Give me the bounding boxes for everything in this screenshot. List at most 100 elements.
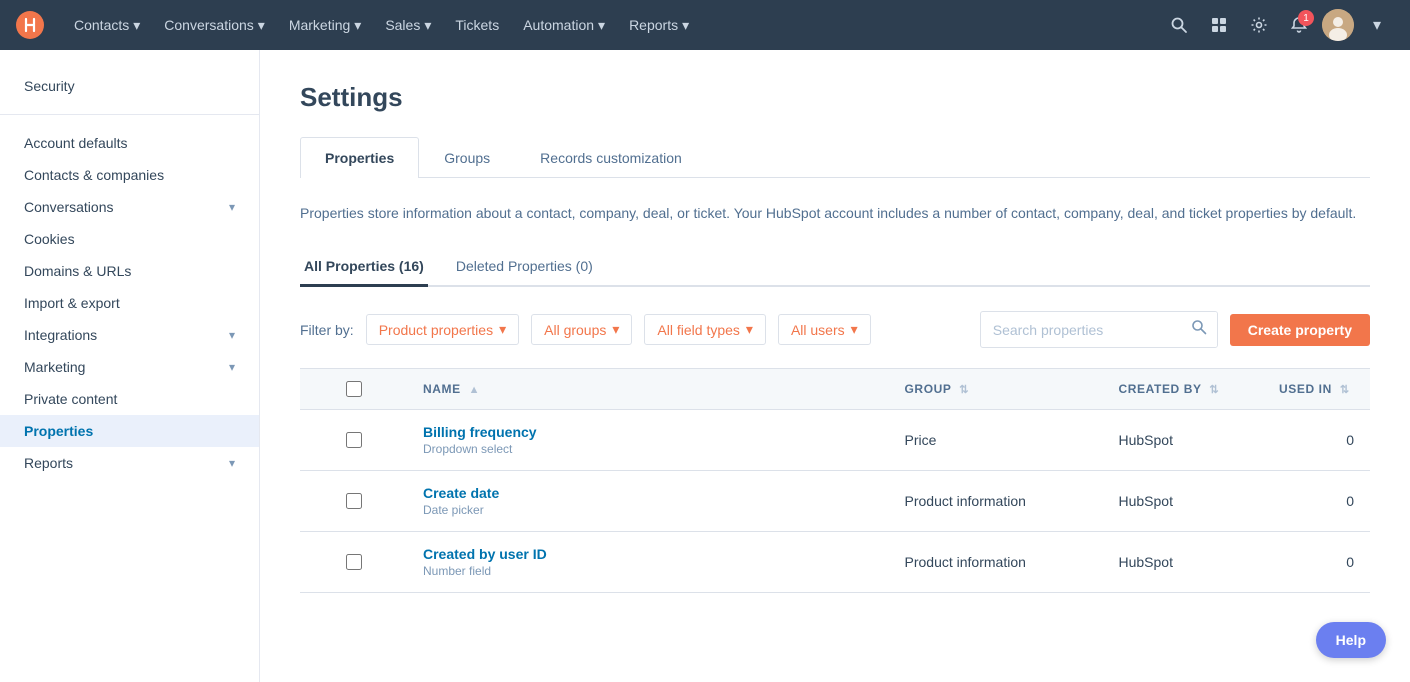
- row-group-cell: Price: [889, 410, 1103, 471]
- property-name-link[interactable]: Create date: [423, 485, 873, 501]
- sidebar-item-account-defaults[interactable]: Account defaults: [0, 127, 259, 159]
- sidebar-item-contacts-companies[interactable]: Contacts & companies: [0, 159, 259, 191]
- settings-icon-btn[interactable]: [1242, 8, 1276, 42]
- all-groups-filter[interactable]: All groups ▾: [531, 314, 632, 345]
- main-content: Settings Properties Groups Records custo…: [260, 50, 1410, 682]
- properties-description: Properties store information about a con…: [300, 202, 1370, 224]
- row-name-cell: Created by user ID Number field: [407, 532, 889, 593]
- search-button[interactable]: [1181, 312, 1217, 347]
- search-input[interactable]: [981, 315, 1181, 345]
- chevron-down-icon: ▾: [851, 321, 858, 338]
- sidebar-item-properties[interactable]: Properties: [0, 415, 259, 447]
- table-row: Created by user ID Number field Product …: [300, 532, 1370, 593]
- nav-conversations[interactable]: Conversations ▾: [154, 11, 275, 40]
- property-type: Date picker: [423, 503, 873, 517]
- tab-properties[interactable]: Properties: [300, 137, 419, 178]
- sidebar-item-integrations[interactable]: Integrations ▾: [0, 319, 259, 351]
- nav-right-actions: 1 ▾: [1162, 8, 1394, 42]
- chevron-down-icon: ▾: [229, 456, 235, 470]
- page-layout: Security Account defaults Contacts & com…: [0, 50, 1410, 682]
- property-name-link[interactable]: Created by user ID: [423, 546, 873, 562]
- nav-sales[interactable]: Sales ▾: [375, 11, 441, 40]
- sidebar-item-security[interactable]: Security: [0, 70, 259, 102]
- select-all-header: [300, 369, 407, 410]
- chevron-down-icon: ▾: [612, 321, 619, 338]
- filter-bar: Filter by: Product properties ▾ All grou…: [300, 311, 1370, 348]
- chevron-down-icon: ▾: [229, 200, 235, 214]
- row-checkbox-cell: [300, 410, 407, 471]
- sort-icon: ⇅: [959, 384, 969, 396]
- nav-items: Contacts ▾ Conversations ▾ Marketing ▾ S…: [64, 11, 1162, 40]
- apps-icon-btn[interactable]: [1202, 8, 1236, 42]
- product-properties-filter[interactable]: Product properties ▾: [366, 314, 519, 345]
- nav-reports[interactable]: Reports ▾: [619, 11, 699, 40]
- row-used-in-cell: 0: [1263, 471, 1370, 532]
- row-used-in-cell: 0: [1263, 410, 1370, 471]
- sidebar-item-conversations[interactable]: Conversations ▾: [0, 191, 259, 223]
- property-type: Number field: [423, 564, 873, 578]
- sub-tabs: All Properties (16) Deleted Properties (…: [300, 248, 1370, 287]
- nav-tickets[interactable]: Tickets: [445, 11, 509, 39]
- sidebar-item-marketing[interactable]: Marketing ▾: [0, 351, 259, 383]
- search-container: [980, 311, 1218, 348]
- filter-by-label: Filter by:: [300, 322, 354, 338]
- page-title: Settings: [300, 82, 1370, 113]
- chevron-down-icon: ▾: [229, 328, 235, 342]
- name-column-header[interactable]: NAME ▲: [407, 369, 889, 410]
- sidebar-item-cookies[interactable]: Cookies: [0, 223, 259, 255]
- sort-ascending-icon: ▲: [469, 384, 481, 396]
- property-name-link[interactable]: Billing frequency: [423, 424, 873, 440]
- chevron-down-icon: ▾: [229, 360, 235, 374]
- sidebar-item-private-content[interactable]: Private content: [0, 383, 259, 415]
- tab-groups[interactable]: Groups: [419, 137, 515, 178]
- row-name-cell: Create date Date picker: [407, 471, 889, 532]
- sub-tab-deleted-properties[interactable]: Deleted Properties (0): [452, 248, 597, 287]
- tab-records-customization[interactable]: Records customization: [515, 137, 707, 178]
- notifications-icon-btn[interactable]: 1: [1282, 8, 1316, 42]
- row-checkbox-cell: [300, 471, 407, 532]
- row-group-cell: Product information: [889, 532, 1103, 593]
- sidebar-item-import-export[interactable]: Import & export: [0, 287, 259, 319]
- notification-badge: 1: [1298, 10, 1314, 26]
- hubspot-logo[interactable]: [16, 11, 44, 39]
- row-created-by-cell: HubSpot: [1103, 532, 1264, 593]
- row-created-by-cell: HubSpot: [1103, 410, 1264, 471]
- nav-contacts[interactable]: Contacts ▾: [64, 11, 150, 40]
- created-by-column-header[interactable]: CREATED BY ⇅: [1103, 369, 1264, 410]
- row-checkbox-cell: [300, 532, 407, 593]
- tabs-container: Properties Groups Records customization: [300, 137, 1370, 178]
- row-checkbox-0[interactable]: [346, 432, 362, 448]
- group-column-header[interactable]: GROUP ⇅: [889, 369, 1103, 410]
- create-property-button[interactable]: Create property: [1230, 314, 1370, 346]
- all-users-filter[interactable]: All users ▾: [778, 314, 871, 345]
- user-avatar[interactable]: [1322, 9, 1354, 41]
- top-navigation: Contacts ▾ Conversations ▾ Marketing ▾ S…: [0, 0, 1410, 50]
- chevron-down-icon: ▾: [499, 321, 506, 338]
- nav-marketing[interactable]: Marketing ▾: [279, 11, 372, 40]
- table-row: Billing frequency Dropdown select Price …: [300, 410, 1370, 471]
- help-button[interactable]: Help: [1316, 622, 1386, 658]
- sidebar-item-domains-urls[interactable]: Domains & URLs: [0, 255, 259, 287]
- row-group-cell: Product information: [889, 471, 1103, 532]
- sidebar-divider-1: [0, 114, 259, 115]
- all-field-types-filter[interactable]: All field types ▾: [644, 314, 766, 345]
- sidebar-item-reports[interactable]: Reports ▾: [0, 447, 259, 479]
- sort-icon: ⇅: [1209, 384, 1219, 396]
- chevron-down-icon: ▾: [746, 321, 753, 338]
- sort-icon: ⇅: [1340, 384, 1350, 396]
- row-checkbox-2[interactable]: [346, 554, 362, 570]
- row-used-in-cell: 0: [1263, 532, 1370, 593]
- row-checkbox-1[interactable]: [346, 493, 362, 509]
- used-in-column-header[interactable]: USED IN ⇅: [1263, 369, 1370, 410]
- row-name-cell: Billing frequency Dropdown select: [407, 410, 889, 471]
- sidebar: Security Account defaults Contacts & com…: [0, 50, 260, 682]
- account-dropdown-icon[interactable]: ▾: [1360, 8, 1394, 42]
- search-icon-btn[interactable]: [1162, 8, 1196, 42]
- properties-table: NAME ▲ GROUP ⇅ CREATED BY ⇅ USED IN ⇅: [300, 368, 1370, 593]
- select-all-checkbox[interactable]: [346, 381, 362, 397]
- nav-automation[interactable]: Automation ▾: [513, 11, 615, 40]
- table-row: Create date Date picker Product informat…: [300, 471, 1370, 532]
- property-type: Dropdown select: [423, 442, 873, 456]
- row-created-by-cell: HubSpot: [1103, 471, 1264, 532]
- sub-tab-all-properties[interactable]: All Properties (16): [300, 248, 428, 287]
